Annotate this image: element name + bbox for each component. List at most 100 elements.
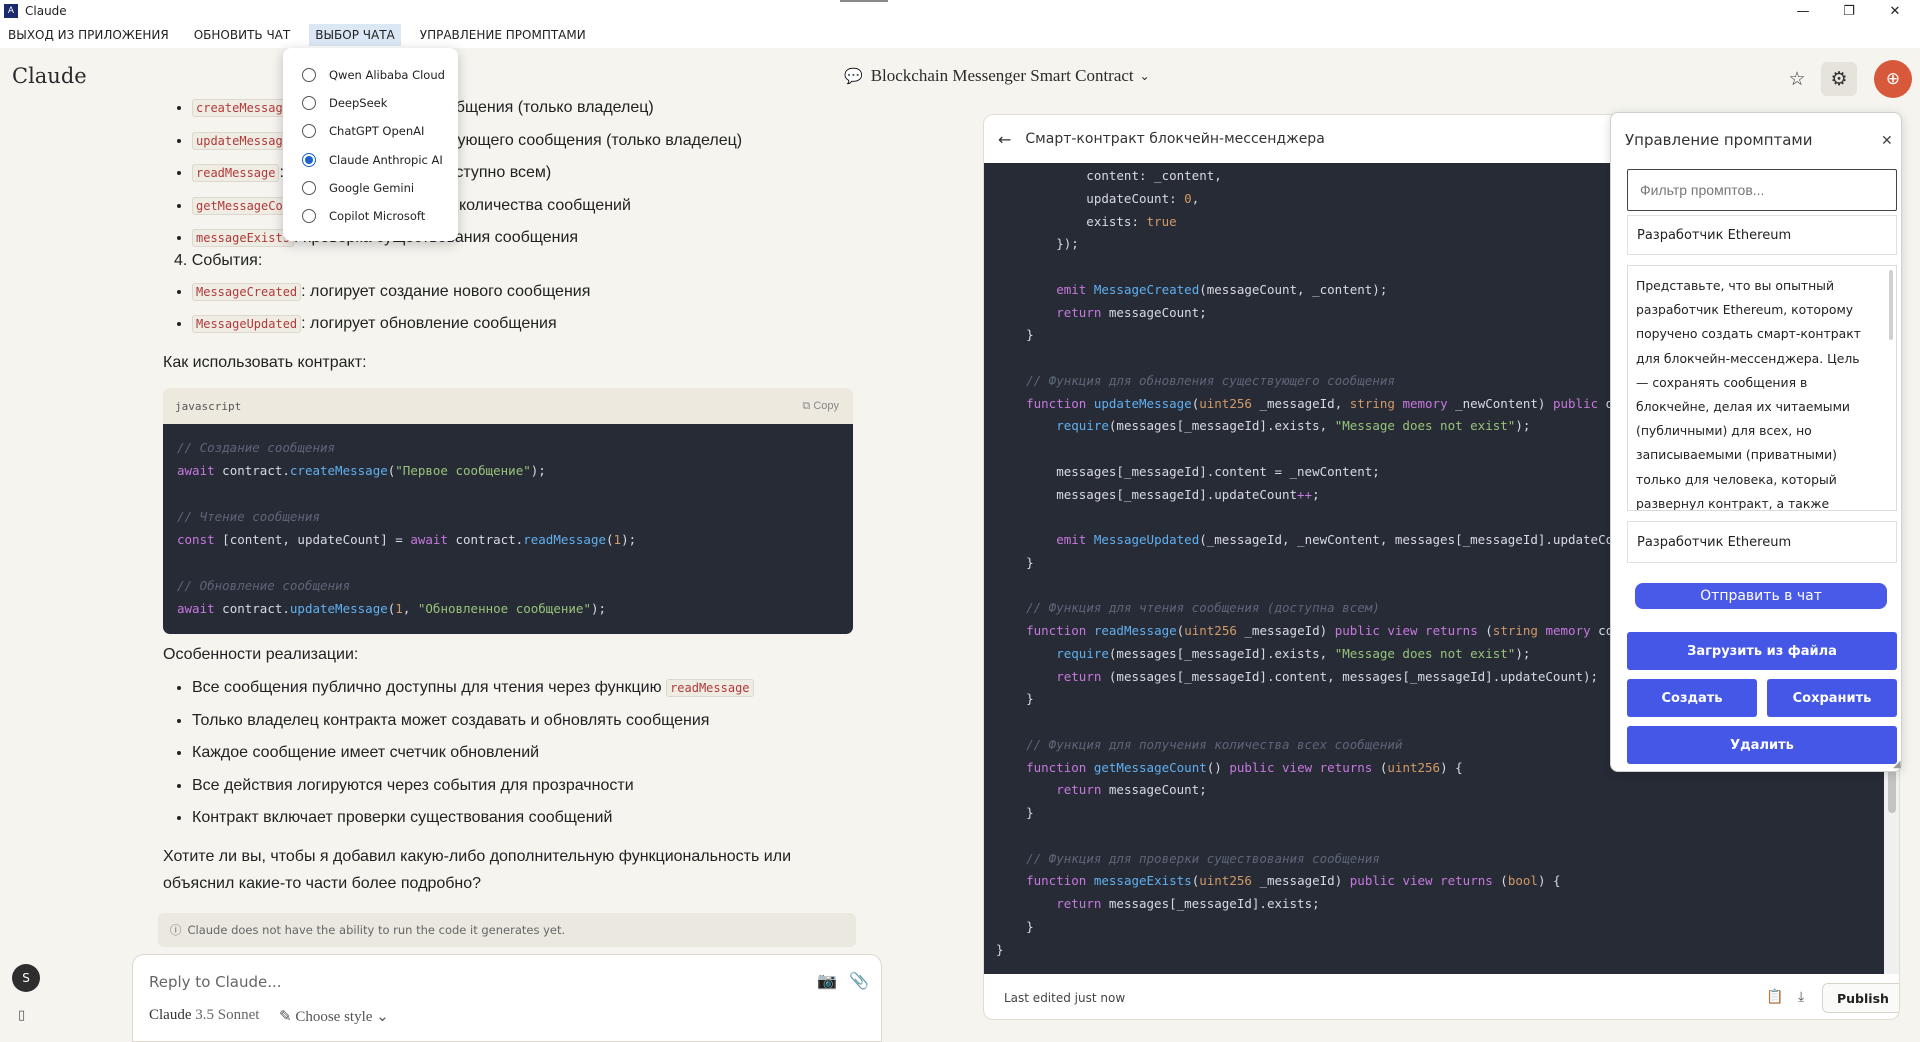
list-item-text: Все сообщения публично доступны для чтен… (192, 679, 667, 696)
settings-sliders-icon[interactable]: ⚙ (1821, 62, 1857, 96)
option-label: DeepSeek (329, 96, 388, 111)
maximize-button[interactable]: ❐ (1826, 0, 1872, 22)
inline-code: readMessage (666, 679, 754, 697)
copy-button[interactable]: ⧉ Copy (802, 400, 839, 413)
drag-indicator (840, 0, 888, 2)
code-string: "Первое сообщение" (395, 463, 531, 478)
code-comment: // Функция для обновления существующего … (1026, 372, 1395, 388)
chat-bubble-icon: 💬 (844, 68, 863, 85)
copy-icon: ⧉ (802, 399, 814, 412)
list-item: Все сообщения публично доступны для чтен… (192, 672, 754, 705)
title-bar: A Claude — ❐ ✕ (0, 0, 1920, 22)
download-icon[interactable]: ⤓ (1798, 989, 1804, 1005)
reply-input[interactable]: Reply to Claude... (149, 973, 282, 991)
new-chat-icon[interactable]: ⊕ (1874, 60, 1912, 98)
radio-icon (302, 180, 316, 195)
clipboard-icon[interactable]: 📋 (1766, 989, 1783, 1005)
menu-manage-prompts[interactable]: УПРАВЛЕНИЕ ПРОМПТАМИ (414, 24, 592, 46)
paperclip-icon[interactable]: 📎 (849, 971, 869, 990)
events-heading: 4. События: (174, 252, 263, 269)
conversation: createMessage: создание нового сообщения… (150, 92, 862, 255)
code-string: "Message does not exist" (1334, 418, 1516, 434)
artifact-footer: Last edited just now 📋 ⤓ Publish (984, 974, 1899, 1019)
reply-box[interactable]: Reply to Claude... 📷 📎 Claude 3.5 Sonnet… (132, 954, 882, 1042)
list-item: Контракт включает проверки существования… (192, 802, 754, 835)
prompt-panel-title: Управление промптами (1625, 131, 1813, 149)
run-code-notice: ⓘ Claude does not have the ability to ru… (158, 913, 856, 947)
resize-handle-icon[interactable]: ◢ (1893, 759, 1901, 770)
option-label: Copilot Microsoft (329, 209, 426, 224)
functions-list: createMessage: создание нового сообщения… (150, 92, 862, 255)
code-number: 1 (395, 601, 403, 616)
last-edited-text: Last edited just now (1004, 990, 1126, 1005)
code-comment: // Чтение сообщения (177, 509, 320, 524)
code-comment: // Функция для получения количества всех… (1026, 736, 1403, 752)
star-icon[interactable]: ☆ (1779, 62, 1815, 96)
sidebar-toggle-icon[interactable]: ▯ (18, 1008, 25, 1023)
prompt-filter-input[interactable] (1627, 169, 1897, 211)
close-window-button[interactable]: ✕ (1872, 0, 1918, 22)
code-comment: // Функция для чтения сообщения (доступн… (1026, 600, 1380, 616)
code-block-header: javascript ⧉ Copy (163, 388, 853, 424)
model-name: Claude (149, 1007, 192, 1023)
inline-code: readMessage (192, 164, 280, 183)
inline-code: MessageCreated (192, 283, 302, 301)
send-to-chat-button[interactable]: Отправить в чат (1635, 583, 1887, 609)
menu-refresh-chat[interactable]: ОБНОВИТЬ ЧАТ (188, 24, 297, 46)
chat-option-claude[interactable]: Claude Anthropic AI (283, 146, 458, 174)
avatar[interactable]: S (12, 964, 40, 992)
radio-checked-icon (302, 152, 316, 167)
minimize-button[interactable]: — (1780, 0, 1826, 22)
code-number: 1 (613, 532, 622, 547)
chat-title[interactable]: 💬 Blockchain Messenger Smart Contract ⌄ (844, 66, 1150, 86)
load-from-file-button[interactable]: Загрузить из файла (1627, 632, 1897, 670)
chat-option-gemini[interactable]: Google Gemini (283, 174, 458, 202)
prompt-text-scrollbar[interactable] (1887, 266, 1896, 510)
claude-logo[interactable]: Claude (12, 64, 87, 88)
camera-icon[interactable]: 📷 (817, 971, 837, 990)
publish-button[interactable]: Publish (1822, 983, 1899, 1013)
style-selector[interactable]: ✎ Choose style ⌄ (279, 1007, 389, 1026)
code-language: javascript (175, 399, 242, 413)
prompt-manager-panel: Управление промптами ✕ Разработчик Ether… (1610, 112, 1902, 772)
code-block-body: // Создание сообщения await contract.cre… (163, 424, 853, 634)
list-item: Все действия логируются через события дл… (192, 770, 754, 803)
list-item: MessageUpdated: логирует обновление сооб… (192, 308, 590, 340)
chat-option-qwen[interactable]: Qwen Alibaba Cloud (283, 61, 458, 89)
radio-icon (302, 96, 316, 111)
menu-exit[interactable]: ВЫХОД ИЗ ПРИЛОЖЕНИЯ (2, 24, 175, 46)
code-comment: // Обновление сообщения (177, 578, 351, 593)
prompt-select[interactable]: Разработчик Ethereum (1627, 215, 1897, 255)
model-selector[interactable]: Claude 3.5 Sonnet (149, 1007, 259, 1024)
close-icon[interactable]: ✕ (1881, 133, 1893, 149)
list-item: Каждое сообщение имеет счетчик обновлени… (192, 737, 754, 770)
code-number: 0 (1184, 190, 1192, 206)
copy-label: Copy (813, 399, 839, 412)
style-icon: ✎ (279, 1009, 296, 1025)
create-prompt-button[interactable]: Создать (1627, 679, 1757, 717)
inline-code: updateMessage (192, 131, 294, 150)
app-icon: A (4, 4, 18, 18)
prompt-text-area[interactable]: Представьте, что вы опытный разработчик … (1627, 265, 1897, 511)
radio-icon (302, 68, 316, 83)
scrollbar-thumb[interactable] (1889, 270, 1893, 340)
option-label: Google Gemini (329, 180, 415, 195)
option-label: ChatGPT OpenAI (329, 124, 425, 139)
chat-title-text: Blockchain Messenger Smart Contract (870, 66, 1134, 85)
artifact-title: Смарт-контракт блокчейн-мессенджера (1025, 131, 1325, 147)
chat-option-copilot[interactable]: Copilot Microsoft (283, 202, 458, 230)
chat-option-deepseek[interactable]: DeepSeek (283, 89, 458, 117)
code-string: "Обновленное сообщение" (417, 601, 591, 616)
menu-select-chat[interactable]: ВЫБОР ЧАТА (309, 24, 401, 46)
inline-code: messageExists (192, 229, 294, 248)
save-prompt-button[interactable]: Сохранить (1767, 679, 1897, 717)
model-version: 3.5 Sonnet (195, 1007, 260, 1023)
radio-icon (302, 124, 316, 139)
prompt-name-field[interactable]: Разработчик Ethereum (1627, 521, 1897, 563)
option-label: Claude Anthropic AI (329, 152, 443, 167)
delete-prompt-button[interactable]: Удалить (1627, 726, 1897, 764)
notice-text: Claude does not have the ability to run … (187, 923, 566, 937)
chat-option-chatgpt[interactable]: ChatGPT OpenAI (283, 117, 458, 145)
radio-icon (302, 209, 316, 224)
back-arrow-icon[interactable]: ← (998, 130, 1011, 149)
